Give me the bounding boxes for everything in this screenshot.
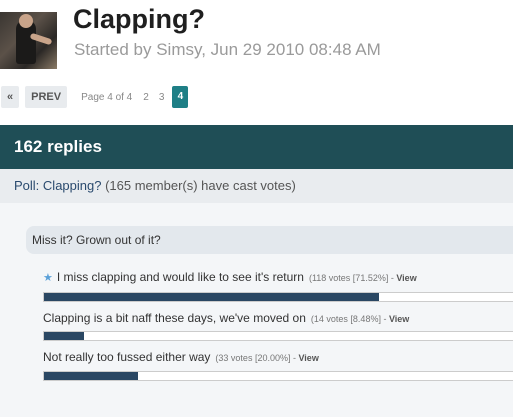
choice-text: Clapping is a bit naff these days, we've… — [43, 311, 306, 325]
prev-page-button[interactable]: PREV — [25, 86, 68, 108]
current-page: 4 — [172, 86, 189, 108]
view-voters-link[interactable]: View — [298, 353, 318, 363]
choice-votes: (33 votes [20.00%] - View — [215, 353, 319, 363]
poll-header: Poll: Clapping? (165 member(s) have cast… — [0, 169, 513, 203]
poll-label: Poll: — [14, 178, 40, 193]
topic-subtitle: Started by Simsy, Jun 29 2010 08:48 AM — [74, 40, 381, 59]
pagination: « PREV Page 4 of 4 2 3 4 — [1, 84, 189, 110]
page-link-2[interactable]: 2 — [143, 92, 149, 103]
view-voters-link[interactable]: View — [396, 273, 416, 283]
poll-bar-fill — [44, 372, 138, 380]
first-page-button[interactable]: « — [1, 86, 20, 108]
choice-text: I miss clapping and would like to see it… — [56, 270, 304, 284]
star-icon: ★ — [43, 272, 53, 284]
choice-votes: (118 votes [71.52%] - View — [308, 273, 417, 283]
poll-choice: Not really too fussed either way (33 vote… — [43, 350, 319, 364]
replies-count: 162 replies — [0, 125, 513, 169]
poll-choice: Clapping is a bit naff these days, we've… — [43, 311, 409, 325]
page-info: Page 4 of 4 — [81, 91, 133, 103]
poll-question: Miss it? Grown out of it? — [26, 226, 513, 254]
view-voters-link[interactable]: View — [389, 314, 409, 324]
poll-title: Clapping? — [42, 178, 102, 193]
avatar-head — [19, 14, 33, 28]
poll-members: (165 member(s) have cast votes) — [105, 178, 296, 193]
choice-votes: (14 votes [8.48%] - View — [310, 314, 410, 324]
choice-text: Not really too fussed either way — [43, 350, 211, 364]
poll-bar-fill — [44, 293, 380, 301]
poll-choice: ★ I miss clapping and would like to see i… — [43, 270, 417, 284]
page-title: Clapping? — [73, 4, 205, 34]
poll-bar — [43, 331, 513, 341]
avatar[interactable] — [0, 12, 57, 69]
poll-bar — [43, 292, 513, 302]
poll-bar-fill — [44, 332, 84, 340]
poll-bar — [43, 371, 513, 381]
page-link-3[interactable]: 3 — [159, 92, 165, 103]
